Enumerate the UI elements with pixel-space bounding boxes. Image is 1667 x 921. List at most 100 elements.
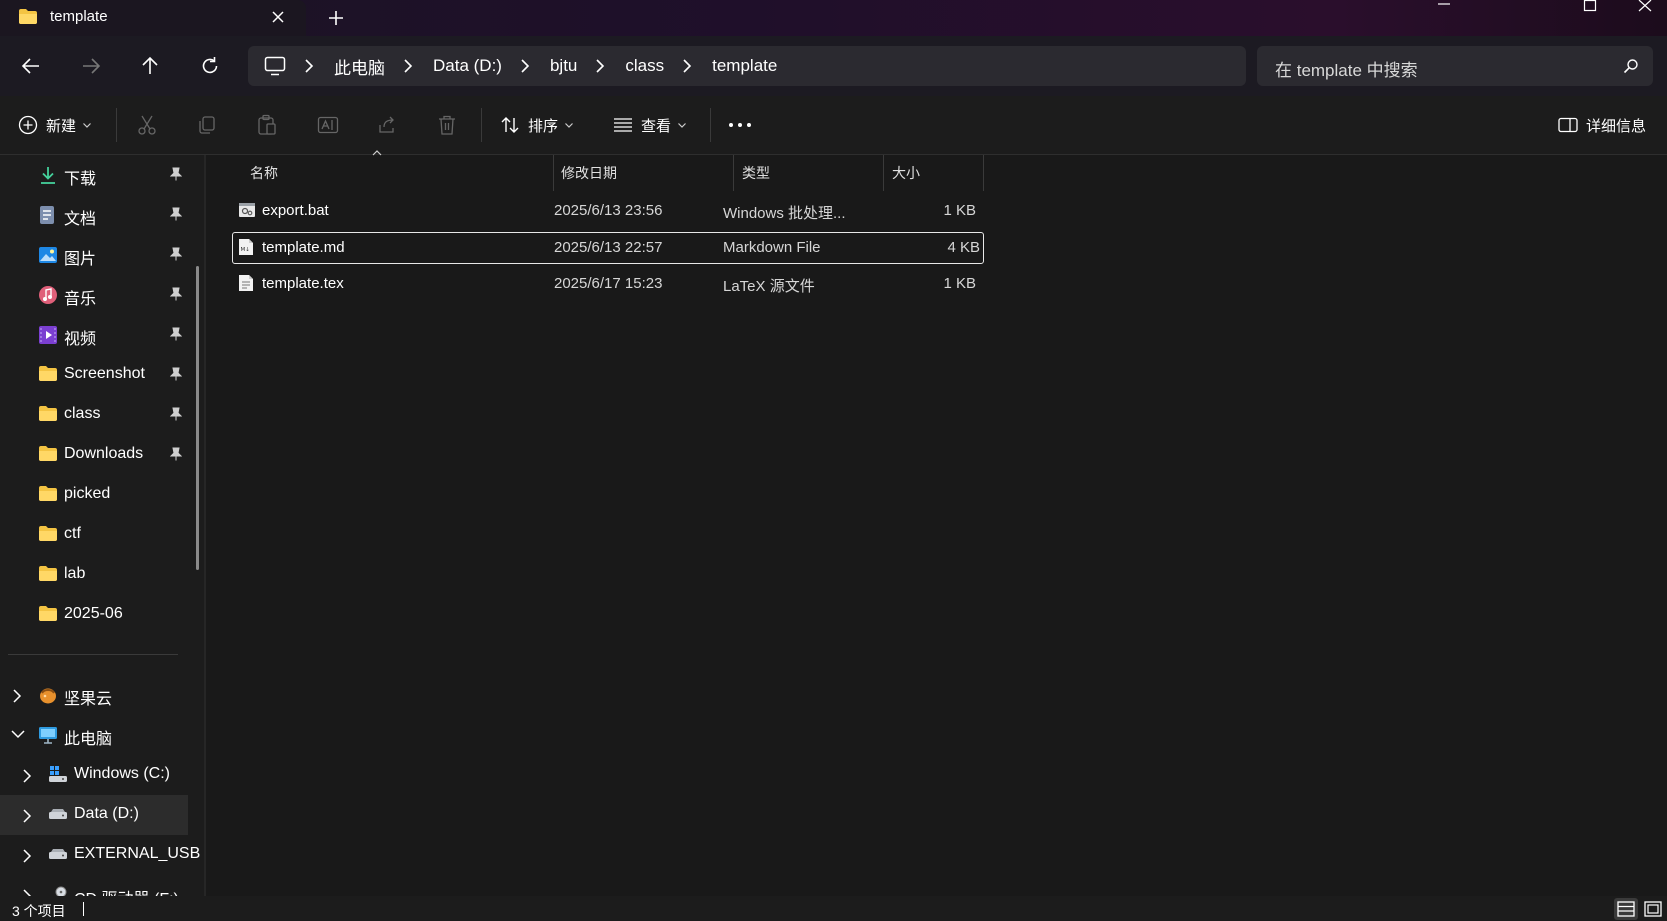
chevron-right-icon[interactable] (22, 889, 32, 896)
close-icon[interactable] (1625, 0, 1665, 16)
sidebar-item-pictures[interactable]: 图片 (0, 235, 188, 275)
close-tab-icon[interactable] (270, 9, 286, 25)
address-row: 此电脑 Data (D:) bjtu class template 在 temp… (0, 36, 1667, 96)
file-name: template.tex (262, 275, 344, 292)
sort-button[interactable]: 排序 (500, 96, 574, 154)
chevron-right-icon[interactable] (22, 849, 32, 863)
search-input[interactable]: 在 template 中搜索 (1257, 46, 1653, 86)
breadcrumb-bjtu[interactable]: bjtu (550, 56, 577, 76)
pin-icon[interactable] (170, 287, 182, 301)
column-header-size[interactable]: 大小 (884, 155, 984, 191)
new-tab-button[interactable] (326, 8, 346, 28)
pin-icon[interactable] (170, 367, 182, 381)
delete-button[interactable] (437, 96, 457, 154)
sidebar-item-ctf[interactable]: ctf (0, 515, 188, 555)
folder-icon (38, 365, 58, 383)
sidebar-item-videos[interactable]: 视频 (0, 315, 188, 355)
chevron-right-icon (520, 59, 530, 73)
column-header-modified[interactable]: 修改日期 (554, 155, 738, 191)
sidebar-item-class[interactable]: class (0, 395, 188, 435)
folder-icon (38, 445, 58, 463)
tiles-view-button[interactable] (1641, 898, 1665, 920)
chevron-right-icon[interactable] (12, 689, 22, 703)
folder-icon (18, 8, 38, 26)
chevron-right-icon[interactable] (22, 809, 32, 823)
sidebar-item-this-pc[interactable]: 此电脑 (0, 715, 188, 755)
file-row-template-md[interactable]: M↓ template.md 2025/6/13 22:57 Markdown … (232, 232, 984, 264)
file-type: Windows 批处理... (723, 205, 846, 222)
up-arrow-icon[interactable] (139, 55, 161, 77)
folder-icon (38, 565, 58, 583)
column-header-type[interactable]: 类型 (734, 155, 883, 191)
file-row-export-bat[interactable]: export.bat 2025/6/13 23:56 Windows 批处理..… (232, 195, 984, 227)
sidebar-item-data-d[interactable]: Data (D:) (0, 795, 188, 835)
sidebar-item-lab[interactable]: lab (0, 555, 188, 595)
pin-icon[interactable] (170, 167, 182, 181)
sidebar-item-documents[interactable]: 文档 (0, 195, 188, 235)
chevron-right-icon (304, 59, 314, 73)
sidebar-item-picked[interactable]: picked (0, 475, 188, 515)
maximize-icon[interactable] (1570, 0, 1610, 16)
sidebar-item-downloads-cn[interactable]: 下载 (0, 155, 188, 195)
copy-button[interactable] (197, 96, 217, 154)
chevron-right-icon (403, 59, 413, 73)
item-count: 3 个项目 (12, 903, 66, 919)
rename-button[interactable] (317, 96, 339, 154)
copy-icon (197, 115, 217, 135)
chevron-right-icon[interactable] (22, 769, 32, 783)
active-tab[interactable]: template (0, 0, 306, 36)
pin-icon[interactable] (170, 207, 182, 221)
column-header-name[interactable]: 名称 (206, 150, 554, 191)
more-options-button[interactable] (728, 96, 752, 154)
file-row-template-tex[interactable]: template.tex 2025/6/17 15:23 LaTeX 源文件 1… (232, 268, 984, 300)
sidebar-item-downloads[interactable]: Downloads (0, 435, 188, 475)
computer-icon (38, 725, 58, 745)
breadcrumb-this-pc[interactable]: 此电脑 (334, 54, 385, 79)
breadcrumb-data-d[interactable]: Data (D:) (433, 56, 502, 76)
address-bar[interactable]: 此电脑 Data (D:) bjtu class template (248, 46, 1246, 86)
download-icon (38, 165, 58, 185)
breadcrumb-class[interactable]: class (625, 56, 664, 76)
share-button[interactable] (377, 96, 397, 154)
back-arrow-icon[interactable] (20, 55, 42, 77)
view-button[interactable]: 查看 (613, 96, 687, 154)
sidebar-item-cd-drive[interactable]: CD 驱动器 (F:) (0, 875, 188, 896)
view-label: 查看 (641, 117, 672, 135)
minimize-icon[interactable] (1424, 0, 1464, 16)
sidebar-item-windows-c[interactable]: Windows (C:) (0, 755, 188, 795)
sidebar-item-external-usb[interactable]: EXTERNAL_USB (0, 835, 200, 875)
folder-icon (38, 405, 58, 423)
pin-icon[interactable] (170, 247, 182, 261)
new-button[interactable]: 新建 (18, 96, 92, 154)
refresh-icon[interactable] (199, 55, 221, 77)
pin-icon[interactable] (170, 447, 182, 461)
details-pane-button[interactable]: 详细信息 (1558, 96, 1646, 154)
sidebar-item-label: Downloads (64, 445, 144, 462)
search-icon[interactable] (1623, 58, 1639, 74)
batch-file-icon (238, 201, 256, 219)
sort-label: 排序 (528, 117, 559, 135)
pin-icon[interactable] (170, 327, 182, 341)
sidebar-item-nutstore[interactable]: 坚果云 (0, 675, 188, 715)
sidebar-scrollbar[interactable] (196, 266, 199, 570)
status-divider (83, 902, 84, 916)
sidebar-item-2025-06[interactable]: 2025-06 (0, 595, 188, 635)
cut-button[interactable] (137, 96, 157, 154)
pin-icon[interactable] (170, 407, 182, 421)
details-view-button[interactable] (1614, 898, 1638, 920)
status-bar: 3 个项目 (0, 896, 1667, 921)
sidebar-item-label: 音乐 (64, 291, 97, 308)
paste-icon (257, 114, 277, 136)
paste-button[interactable] (257, 96, 277, 154)
sort-ascending-icon (372, 149, 382, 157)
file-name: export.bat (262, 202, 329, 219)
forward-arrow-icon[interactable] (80, 55, 102, 77)
chevron-down-icon[interactable] (11, 729, 25, 739)
sidebar-item-label: Screenshot (64, 365, 145, 382)
sidebar-item-music[interactable]: 音乐 (0, 275, 188, 315)
file-size: 4 KB (947, 239, 980, 256)
column-divider[interactable] (983, 155, 984, 191)
sidebar-item-screenshot[interactable]: Screenshot (0, 355, 188, 395)
breadcrumb-template[interactable]: template (712, 56, 777, 76)
tab-title: template (50, 8, 108, 25)
